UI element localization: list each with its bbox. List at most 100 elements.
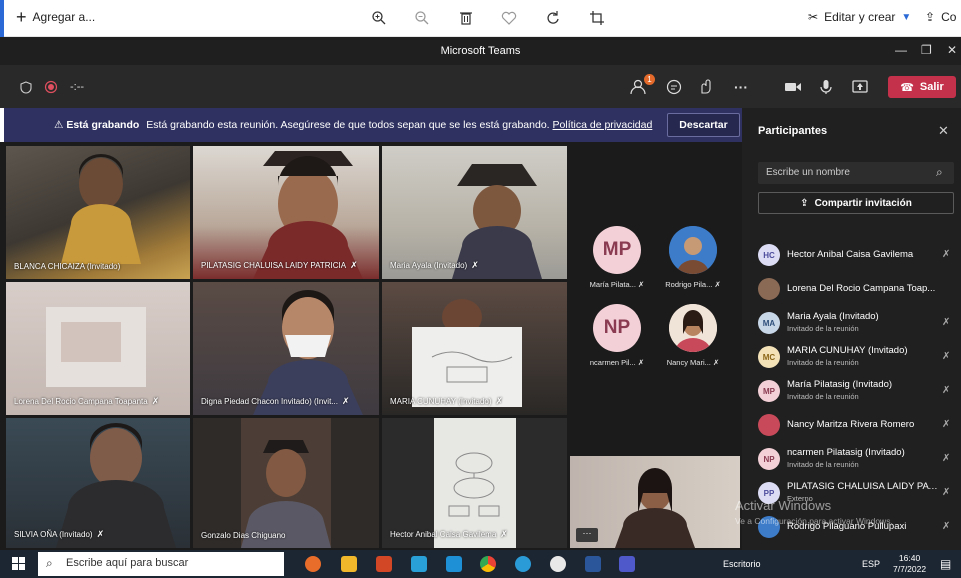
participant-name: ncarmen Pilatasig (Invitado)	[787, 447, 905, 458]
video-tile[interactable]: PILATASIG CHALUISA LAIDY PATRICIA ✗	[193, 146, 379, 279]
participant-name: Digna Piedad Chacon Invitado) (Invit... ✗	[201, 396, 350, 406]
add-to-button[interactable]: + Agregar a...	[16, 8, 96, 26]
video-tile[interactable]: MARIA CUNUHAY (Invitado) ✗	[382, 282, 567, 415]
delete-icon[interactable]	[454, 6, 478, 30]
leave-label: Salir	[919, 81, 944, 93]
video-tile[interactable]: Gonzalo Dias Chiguano	[193, 418, 379, 548]
leave-button[interactable]: ☎ Salir	[888, 76, 956, 98]
list-item[interactable]: NP ncarmen Pilatasig (Invitado) Invitado…	[742, 442, 961, 476]
participants-badge: 1	[644, 74, 655, 85]
avatar	[758, 414, 780, 436]
maximize-icon[interactable]: ❐	[921, 43, 932, 57]
windows-start-icon[interactable]	[12, 557, 25, 573]
participant-name: Maria Ayala (Invitado)	[787, 311, 879, 322]
shield-icon[interactable]	[20, 77, 32, 97]
teams-icon[interactable]	[619, 556, 635, 572]
privacy-link[interactable]: Política de privacidad	[553, 119, 653, 131]
participant-name: PILATASIG CHALUISA LAIDY PATRICIA ✗	[201, 260, 358, 270]
video-tile[interactable]: Hector Anibal Caisa Gavilema ✗	[382, 418, 567, 548]
share-screen-icon[interactable]	[852, 77, 868, 97]
desktop-label[interactable]: Escritorio	[723, 559, 761, 569]
minimize-icon[interactable]: —	[895, 43, 907, 57]
edit-create-button[interactable]: ✂ Editar y crear ▼	[808, 10, 911, 24]
language-indicator[interactable]: ESP	[862, 559, 880, 569]
edge-icon[interactable]	[515, 556, 531, 572]
more-options-icon[interactable]: ···	[576, 528, 598, 542]
dismiss-button[interactable]: Descartar	[667, 113, 740, 137]
rotate-icon[interactable]	[541, 6, 565, 30]
add-to-label: Agregar a...	[32, 10, 96, 24]
recording-bold: Está grabando	[66, 119, 140, 131]
participants-panel: Participantes ✕ Escribe un nombre ⌕ ⇪ Co…	[742, 108, 961, 550]
self-view-tile[interactable]: ···	[570, 456, 740, 548]
more-options-icon[interactable]: ···	[734, 77, 748, 97]
share-icon: ⇪	[925, 10, 936, 24]
list-item[interactable]: PP PILATASIG CHALUISA LAIDY PAT... Exter…	[742, 476, 961, 510]
mic-off-icon: ✗	[350, 260, 358, 270]
powerpoint-icon[interactable]	[376, 556, 392, 572]
store-icon[interactable]	[341, 556, 357, 572]
participant-role: Invitado de la reunión	[787, 324, 859, 333]
video-tile[interactable]: Digna Piedad Chacon Invitado) (Invit... ✗	[193, 282, 379, 415]
avatar-tile[interactable]: NP ncarmen Pil... ✗	[580, 304, 654, 367]
phone-hangup-icon: ☎	[900, 81, 914, 94]
video-tile[interactable]: BLANCA CHICAIZA (Invitado)	[6, 146, 190, 279]
microphone-icon[interactable]	[820, 77, 832, 97]
files-icon[interactable]	[411, 556, 427, 572]
reactions-icon[interactable]	[698, 77, 714, 97]
browser-icon[interactable]	[550, 556, 566, 572]
app-icon[interactable]	[305, 556, 321, 572]
video-tile[interactable]: SILVIA OÑA (Invitado) ✗	[6, 418, 190, 548]
zoom-out-icon[interactable]	[410, 6, 434, 30]
participant-search-input[interactable]: Escribe un nombre ⌕	[758, 162, 954, 184]
close-icon[interactable]: ✕	[938, 123, 949, 139]
close-window-icon[interactable]: ✕	[947, 43, 957, 57]
photo-viewer-toolbar: + Agregar a... ✂ Editar y crear ▼ ⇪ Co	[0, 0, 961, 37]
avatar-tile[interactable]: Rodrigo Pila... ✗	[656, 226, 730, 289]
list-item[interactable]: Nancy Maritza Rivera Romero ✗	[742, 408, 961, 442]
participant-name: Hector Anibal Caisa Gavilema ✗	[390, 529, 508, 539]
chevron-down-icon: ▼	[901, 11, 912, 23]
taskbar-clock[interactable]: 16:40 7/7/2022	[893, 553, 926, 575]
list-item[interactable]: Rodrigo Pilaguano Pullupaxi ✗	[742, 510, 961, 544]
list-item[interactable]: MP María Pilatasig (Invitado) Invitado d…	[742, 374, 961, 408]
crop-icon[interactable]	[585, 6, 609, 30]
avatar: NP	[758, 448, 780, 470]
meeting-timer: -:--	[70, 81, 85, 93]
participant-role: Externo	[787, 494, 813, 503]
mic-off-icon: ✗	[471, 260, 479, 270]
notification-icon[interactable]: ▤	[940, 557, 951, 571]
video-tile[interactable]: Maria Ayala (Invitado) ✗	[382, 146, 567, 279]
avatar-label: ncarmen Pil... ✗	[589, 358, 645, 367]
search-icon: ⌕	[936, 165, 943, 179]
list-item[interactable]: MA Maria Ayala (Invitado) Invitado de la…	[742, 306, 961, 340]
search-icon: ⌕	[46, 556, 53, 570]
list-item[interactable]: HC Hector Anibal Caisa Gavilema ✗	[742, 238, 961, 272]
word-icon[interactable]	[585, 556, 601, 572]
zoom-in-icon[interactable]	[367, 6, 391, 30]
taskbar-search-input[interactable]: ⌕ Escribe aquí para buscar	[38, 552, 284, 576]
chat-icon[interactable]	[666, 77, 682, 97]
share-invite-button[interactable]: ⇪ Compartir invitación	[758, 192, 954, 214]
camera-icon[interactable]	[784, 77, 802, 97]
participant-name: SILVIA OÑA (Invitado) ✗	[14, 529, 105, 539]
video-tile[interactable]: Lorena Del Rocio Campana Toapanta ✗	[6, 282, 190, 415]
list-item[interactable]: MC MARIA CUNUHAY (Invitado) Invitado de …	[742, 340, 961, 374]
recording-banner: ⚠ Está grabando Está grabando esta reuni…	[4, 108, 742, 142]
scissors-icon: ✂	[808, 10, 819, 24]
chrome-icon[interactable]	[480, 556, 496, 572]
favorite-icon[interactable]	[497, 6, 521, 30]
meeting-controls-bar: -:-- ···	[0, 65, 961, 108]
avatar-tile[interactable]: Nancy Mari... ✗	[656, 304, 730, 367]
avatar-tile[interactable]: MP María Pilata... ✗	[580, 226, 654, 289]
share-button[interactable]: ⇪ Co	[925, 10, 956, 24]
mail-icon[interactable]	[446, 556, 462, 572]
mic-off-icon: ✗	[942, 351, 951, 362]
participant-name: MARIA CUNUHAY (Invitado) ✗	[390, 396, 504, 406]
avatar: MP	[758, 380, 780, 402]
participant-name: Lorena Del Rocio Campana Toapanta ✗	[14, 396, 160, 406]
participant-name: Nancy Maritza Rivera Romero	[787, 419, 915, 430]
list-item[interactable]: Lorena Del Rocio Campana Toap...	[742, 272, 961, 306]
avatar	[758, 516, 780, 538]
participant-name: María Pilatasig (Invitado)	[787, 379, 893, 390]
